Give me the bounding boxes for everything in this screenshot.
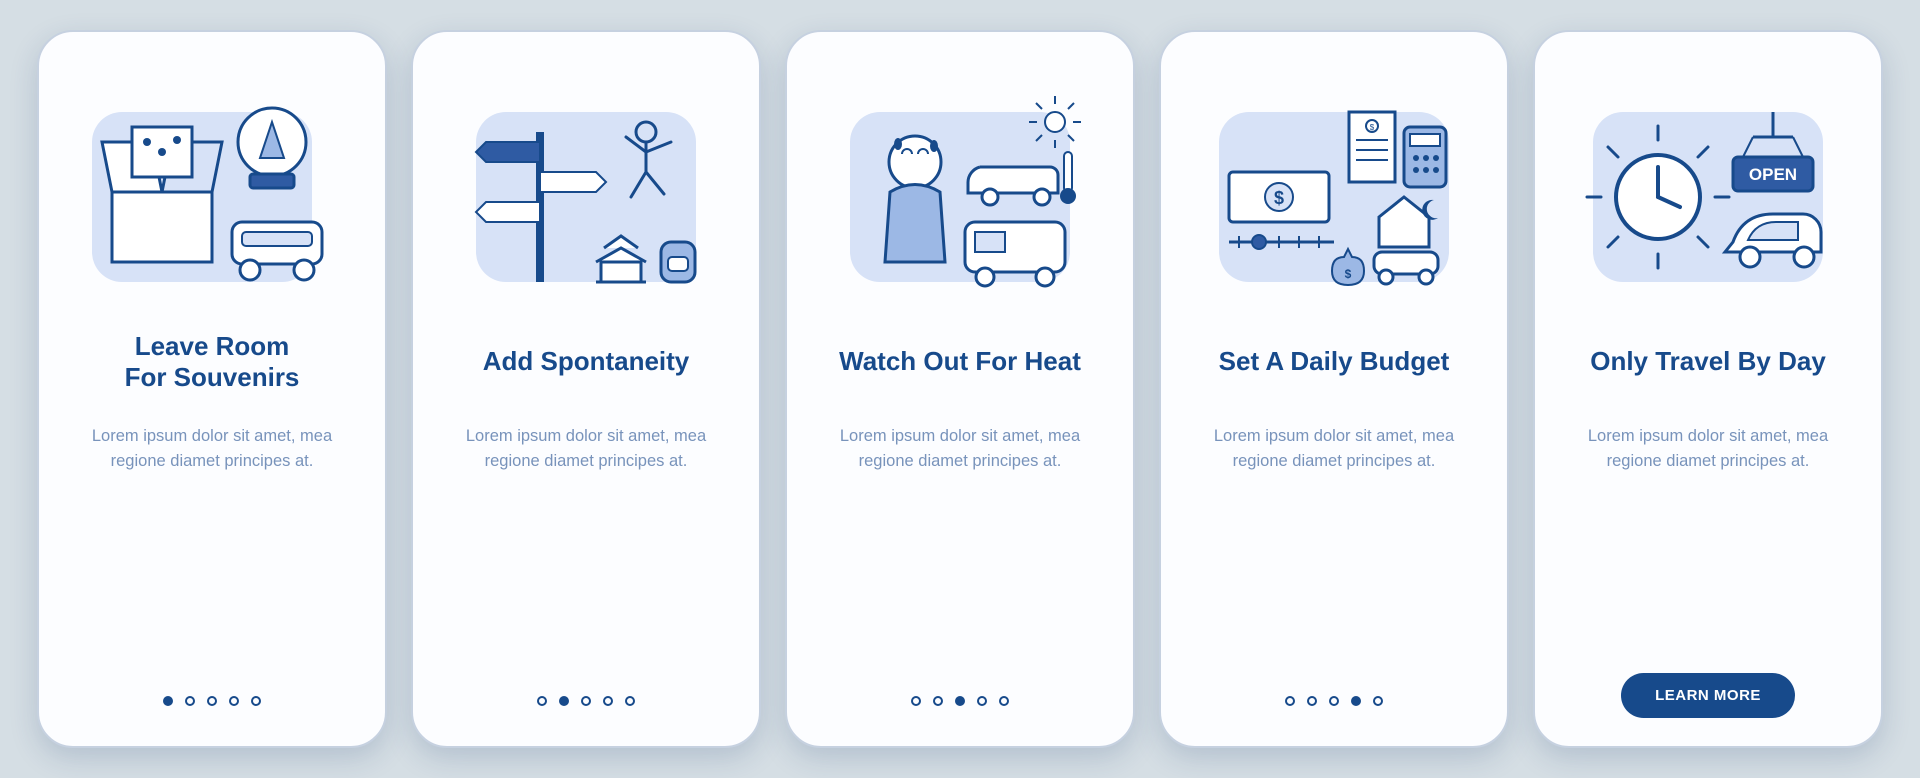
onboarding-card: Add Spontaneity Lorem ipsum dolor sit am… — [411, 30, 761, 748]
dot[interactable] — [933, 696, 943, 706]
dot[interactable] — [581, 696, 591, 706]
onboarding-card: Watch Out For Heat Lorem ipsum dolor sit… — [785, 30, 1135, 748]
daylight-icon: OPEN — [1578, 82, 1838, 302]
card-title: Only Travel By Day — [1590, 330, 1826, 394]
dot[interactable] — [163, 696, 173, 706]
dot[interactable] — [911, 696, 921, 706]
dot[interactable] — [251, 696, 261, 706]
card-title: Watch Out For Heat — [839, 330, 1081, 394]
svg-text:$: $ — [1345, 267, 1352, 281]
card-desc: Lorem ipsum dolor sit amet, mea regione … — [67, 424, 357, 474]
card-desc: Lorem ipsum dolor sit amet, mea regione … — [1563, 424, 1853, 474]
onboarding-card: Leave Room For Souvenirs Lorem ipsum dol… — [37, 30, 387, 748]
dot[interactable] — [977, 696, 987, 706]
dot[interactable] — [559, 696, 569, 706]
svg-text:$: $ — [1274, 188, 1284, 208]
dot[interactable] — [185, 696, 195, 706]
pagination-dots — [537, 696, 635, 706]
dot[interactable] — [537, 696, 547, 706]
pagination-dots — [163, 696, 261, 706]
card-desc: Lorem ipsum dolor sit amet, mea regione … — [1189, 424, 1479, 474]
card-desc: Lorem ipsum dolor sit amet, mea regione … — [815, 424, 1105, 474]
card-title: Set A Daily Budget — [1219, 330, 1450, 394]
dot[interactable] — [603, 696, 613, 706]
onboarding-card: $ $ — [1159, 30, 1509, 748]
dot[interactable] — [999, 696, 1009, 706]
card-desc: Lorem ipsum dolor sit amet, mea regione … — [441, 424, 731, 474]
pagination-dots — [1285, 696, 1383, 706]
learn-more-button[interactable]: LEARN MORE — [1621, 673, 1795, 718]
svg-text:OPEN: OPEN — [1749, 165, 1797, 184]
dot[interactable] — [1329, 696, 1339, 706]
dot[interactable] — [1285, 696, 1295, 706]
dot[interactable] — [207, 696, 217, 706]
dot[interactable] — [1307, 696, 1317, 706]
budget-icon: $ $ — [1204, 82, 1464, 302]
card-title: Add Spontaneity — [483, 330, 690, 394]
spontaneity-icon — [456, 82, 716, 302]
dot[interactable] — [1351, 696, 1361, 706]
dot[interactable] — [1373, 696, 1383, 706]
card-title: Leave Room For Souvenirs — [125, 330, 300, 394]
pagination-dots — [911, 696, 1009, 706]
souvenirs-icon — [82, 82, 342, 302]
heat-icon — [830, 82, 1090, 302]
onboarding-card: OPEN Only Travel By Day Lorem ipsum dolo… — [1533, 30, 1883, 748]
svg-text:$: $ — [1370, 123, 1375, 132]
dot[interactable] — [625, 696, 635, 706]
dot[interactable] — [229, 696, 239, 706]
dot[interactable] — [955, 696, 965, 706]
